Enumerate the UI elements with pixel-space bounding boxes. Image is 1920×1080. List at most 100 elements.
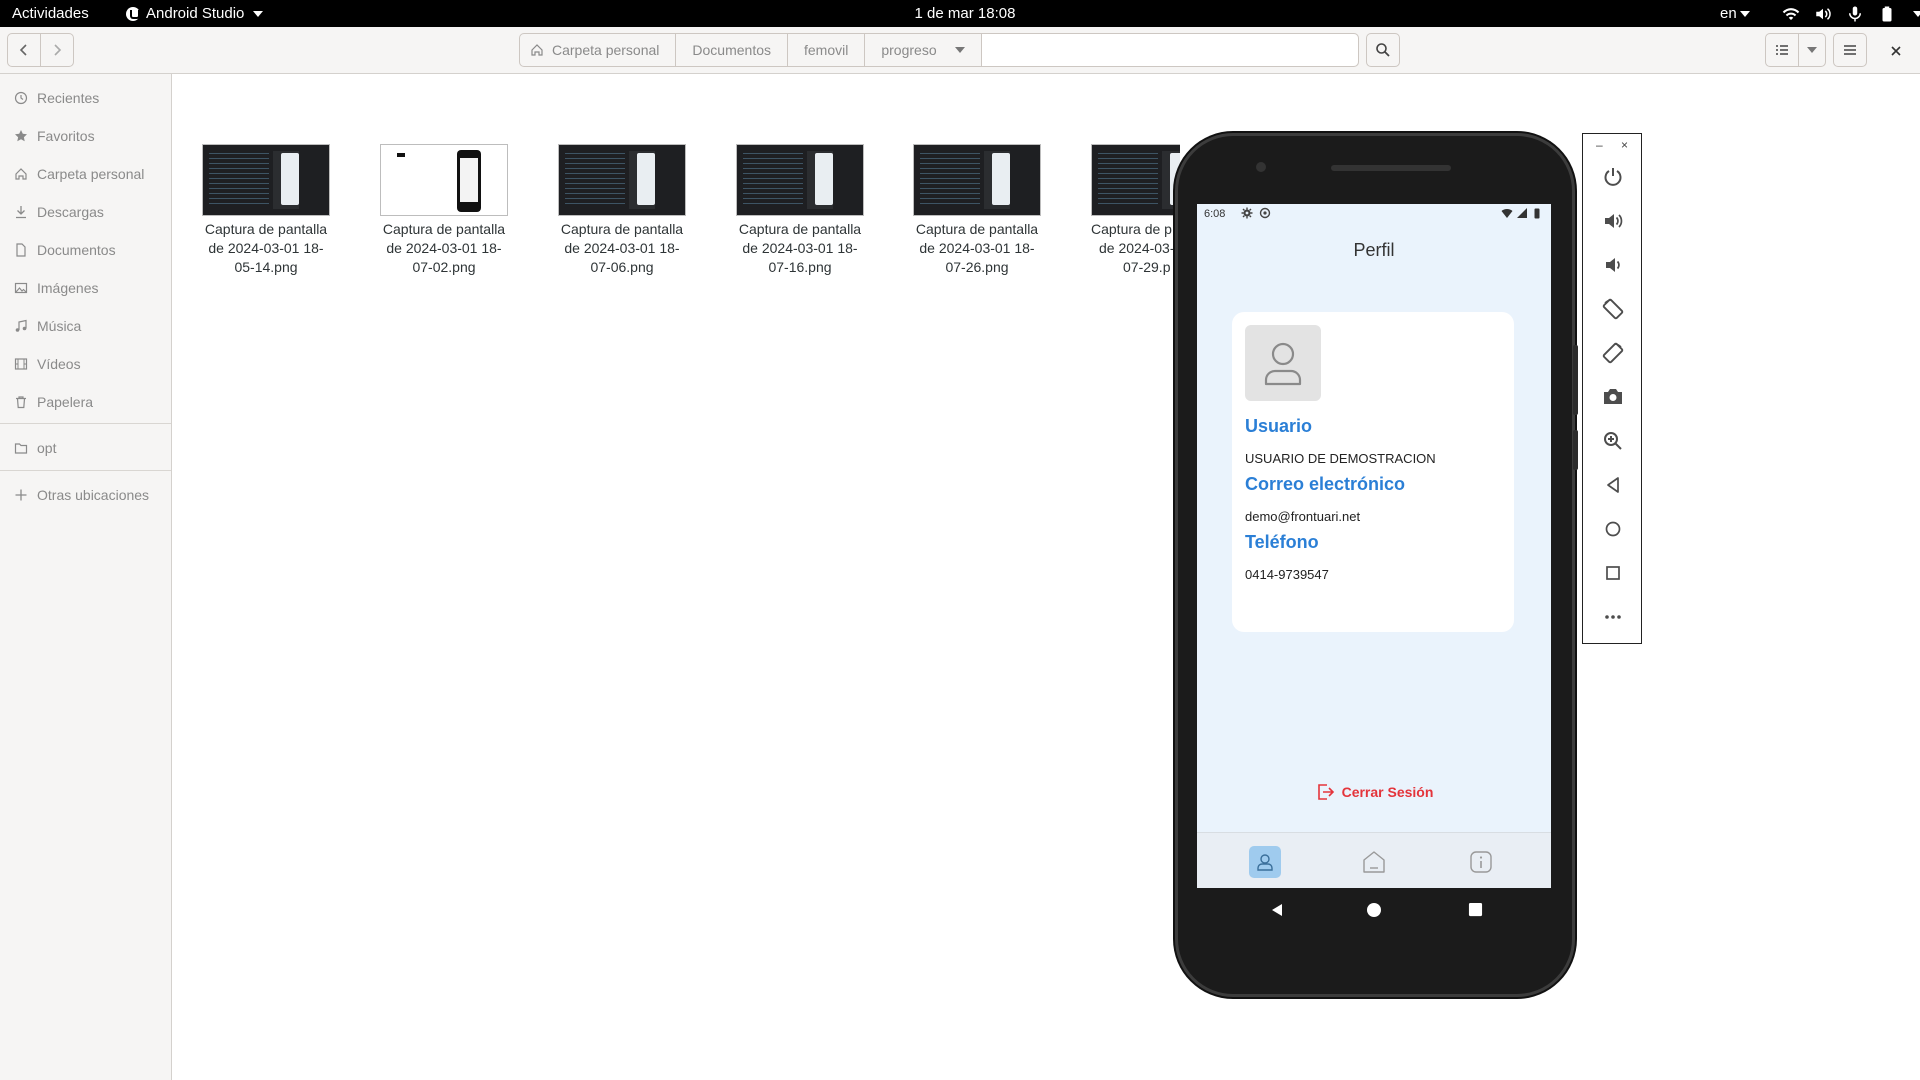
- input-language[interactable]: en: [1720, 5, 1750, 22]
- user-icon: [1264, 342, 1302, 386]
- home-icon: [1363, 851, 1385, 873]
- rotate-right-button[interactable]: [1598, 338, 1628, 368]
- front-camera: [1256, 162, 1266, 172]
- wifi-icon: [1782, 8, 1800, 20]
- breadcrumb-progreso[interactable]: progreso: [865, 34, 982, 66]
- sidebar-item-recientes[interactable]: Recientes: [0, 82, 171, 114]
- minimize-icon[interactable]: –: [1596, 138, 1603, 152]
- volume-icon: [1816, 8, 1831, 20]
- search-button[interactable]: [1366, 33, 1400, 67]
- logout-button[interactable]: Cerrar Sesión: [1197, 782, 1551, 802]
- sync-icon: [1259, 207, 1271, 219]
- sidebar-item-carpeta-personal[interactable]: Carpeta personal: [0, 158, 171, 190]
- file-name-line: Captura de pantalla: [204, 221, 328, 237]
- rotate-left-button[interactable]: [1598, 294, 1628, 324]
- screenshot-button[interactable]: [1598, 382, 1628, 412]
- path-bar-empty[interactable]: [981, 34, 1358, 66]
- breadcrumb-femovil[interactable]: femovil: [788, 34, 866, 66]
- volume-down-button[interactable]: [1598, 250, 1628, 280]
- clock[interactable]: 1 de mar 18:08: [0, 5, 1920, 22]
- sidebar-item-musica[interactable]: Música: [0, 310, 171, 342]
- home-button[interactable]: [1598, 514, 1628, 544]
- forward-button[interactable]: [40, 33, 74, 67]
- sidebar-item-videos[interactable]: Vídeos: [0, 348, 171, 380]
- file-item[interactable]: Captura de pantalla de 2024-03-01 18- 05…: [191, 144, 341, 277]
- sidebar-item-label: Favoritos: [37, 128, 95, 144]
- power-button[interactable]: [1598, 162, 1628, 192]
- music-icon: [15, 319, 27, 332]
- file-name-line: de 2024-03-01 18-: [742, 240, 858, 256]
- circle-home-icon: [1605, 521, 1621, 537]
- file-thumbnail: [913, 144, 1041, 216]
- file-thumbnail: [1091, 144, 1180, 216]
- list-view-button[interactable]: [1765, 33, 1799, 67]
- view-options-button[interactable]: [1798, 33, 1826, 67]
- sidebar-item-label: Música: [37, 318, 82, 334]
- close-icon[interactable]: ×: [1621, 138, 1628, 152]
- sidebar-item-label: Documentos: [37, 242, 116, 258]
- nav-home-tab[interactable]: [1358, 846, 1390, 878]
- sidebar-item-imagenes[interactable]: Imágenes: [0, 272, 171, 304]
- power-icon: [1604, 168, 1622, 186]
- user-label: Usuario: [1245, 416, 1313, 436]
- sidebar-item-favoritos[interactable]: Favoritos: [0, 120, 171, 152]
- back-button[interactable]: [1598, 470, 1628, 500]
- settings-gear-icon: [1241, 207, 1253, 219]
- file-item[interactable]: Captura de p de 2024-03- 07-29.p: [1080, 144, 1180, 277]
- breadcrumb-documentos[interactable]: Documentos: [676, 34, 788, 66]
- email-value: demo@frontuari.net: [1245, 509, 1361, 524]
- sidebar-item-label: Recientes: [37, 90, 100, 106]
- back-button[interactable]: [7, 33, 41, 67]
- volume-up-icon: [1605, 214, 1623, 228]
- triangle-back-icon: [1607, 477, 1619, 493]
- file-item[interactable]: Captura de pantalla de 2024-03-01 18- 07…: [725, 144, 875, 277]
- square-overview-icon: [1606, 566, 1620, 580]
- sidebar-item-opt[interactable]: opt: [0, 432, 171, 464]
- file-name-line: Captura de pantalla: [382, 221, 506, 237]
- sidebar-item-papelera[interactable]: Papelera: [0, 386, 171, 418]
- phone-label: Teléfono: [1245, 532, 1319, 552]
- file-name-line: Captura de p: [1091, 221, 1172, 237]
- file-thumbnail: [380, 144, 508, 216]
- sidebar-divider: [0, 423, 171, 424]
- chevron-down-icon: [1739, 10, 1750, 17]
- sidebar-item-label: opt: [37, 440, 57, 456]
- places-sidebar: Recientes Favoritos Carpeta personal Des…: [0, 74, 172, 1080]
- file-item[interactable]: Captura de pantalla de 2024-03-01 18- 07…: [547, 144, 697, 277]
- power-key: [1573, 430, 1578, 470]
- file-item[interactable]: Captura de pantalla de 2024-03-01 18- 07…: [369, 144, 519, 277]
- search-icon: [1376, 43, 1390, 57]
- sidebar-item-documentos[interactable]: Documentos: [0, 234, 171, 266]
- file-item[interactable]: Captura de pantalla de 2024-03-01 18- 07…: [902, 144, 1052, 277]
- emulator-screen[interactable]: 6:08 Perfil Usuario USUARIO DE DEMOSTRAC…: [1197, 204, 1551, 888]
- clock-icon: [14, 91, 28, 105]
- volume-up-button[interactable]: [1598, 206, 1628, 236]
- breadcrumb-label: Carpeta personal: [552, 42, 660, 58]
- nav-recents-icon[interactable]: [1468, 902, 1483, 917]
- close-icon: [1891, 46, 1901, 56]
- system-tray[interactable]: [1782, 5, 1920, 23]
- breadcrumb-home[interactable]: Carpeta personal: [520, 34, 677, 66]
- chevron-down-icon: [1807, 47, 1817, 53]
- nav-profile-tab[interactable]: [1249, 846, 1281, 878]
- rotate-left-icon: [1602, 298, 1624, 320]
- close-window-button[interactable]: [1882, 37, 1910, 65]
- nav-home-icon[interactable]: [1366, 902, 1382, 918]
- overview-button[interactable]: [1598, 558, 1628, 588]
- earpiece-speaker: [1331, 165, 1451, 171]
- sidebar-item-otras-ubicaciones[interactable]: Otras ubicaciones: [0, 479, 171, 511]
- home-icon: [531, 44, 543, 56]
- sidebar-item-label: Papelera: [37, 394, 94, 410]
- nav-info-tab[interactable]: [1465, 846, 1497, 878]
- file-name-line: de 2024-03-01 18-: [208, 240, 324, 256]
- main-menu-button[interactable]: [1833, 33, 1867, 67]
- zoom-button[interactable]: [1598, 426, 1628, 456]
- breadcrumb-label: progreso: [881, 42, 937, 58]
- sidebar-divider: [0, 470, 171, 471]
- phone-value: 0414-9739547: [1245, 567, 1329, 582]
- sidebar-item-descargas[interactable]: Descargas: [0, 196, 171, 228]
- sidebar-item-label: Descargas: [37, 204, 104, 220]
- nav-back-icon[interactable]: [1269, 902, 1285, 918]
- more-button[interactable]: [1598, 602, 1628, 632]
- home-icon: [15, 168, 27, 180]
